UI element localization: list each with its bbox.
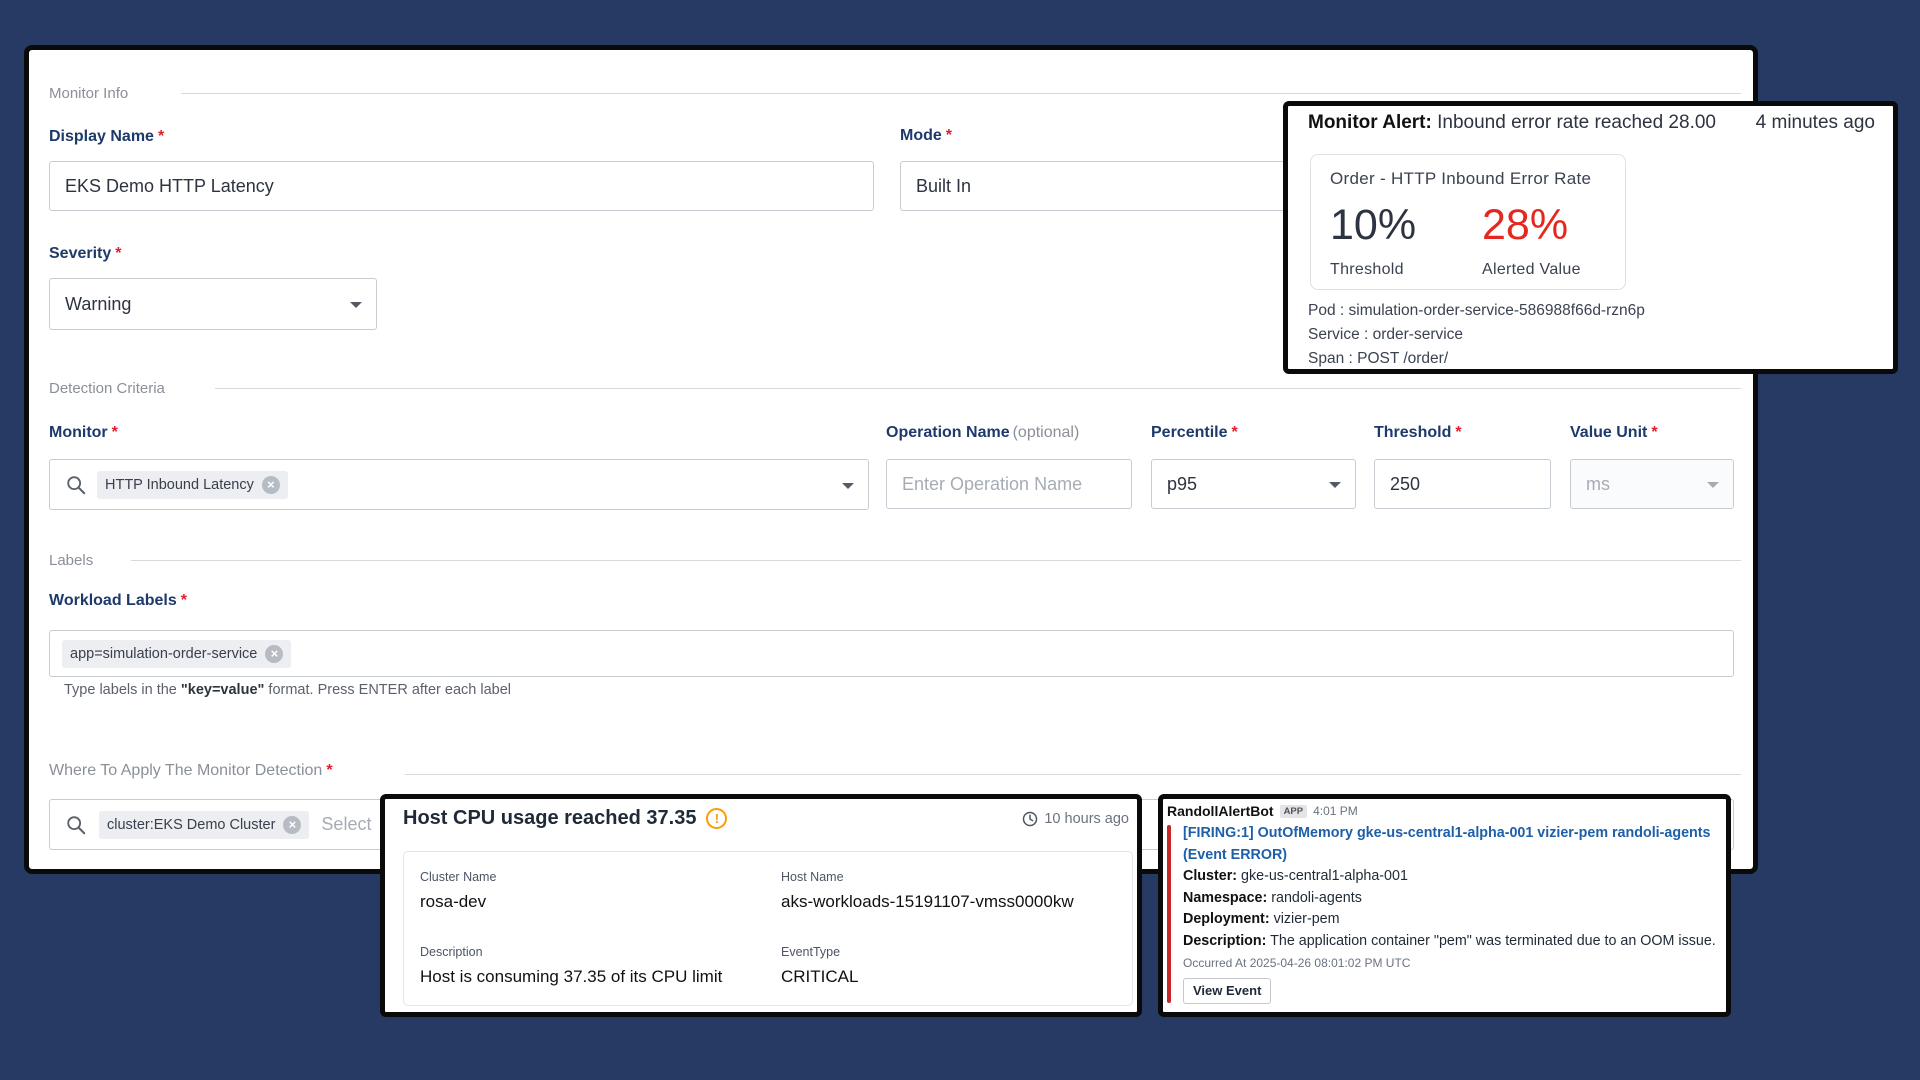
remove-chip-icon[interactable]: × <box>261 475 280 494</box>
section-labels: Labels <box>49 551 94 569</box>
alert-title: Monitor Alert: Inbound error rate reache… <box>1308 112 1716 133</box>
remove-chip-icon[interactable]: × <box>283 815 302 834</box>
monitor-label: Monitor * <box>49 424 118 441</box>
alert-span: Span : POST /order/ <box>1308 350 1449 367</box>
value-unit-select[interactable]: ms <box>1570 459 1734 509</box>
event-type-label: EventType <box>781 945 841 959</box>
workload-labels-label: Workload Labels * <box>49 592 187 609</box>
chevron-down-icon <box>1707 482 1719 488</box>
cpu-title: Host CPU usage reached 37.35 ! <box>403 807 728 830</box>
alert-title-row: Monitor Alert: Inbound error rate reache… <box>1308 112 1875 134</box>
mode-select[interactable]: Built In <box>900 161 1320 211</box>
slack-description: Description: The application container "… <box>1183 932 1716 949</box>
section-divider <box>405 774 1741 775</box>
workload-labels-hint: Type labels in the "key=value" format. P… <box>64 682 511 698</box>
alerted-value: 28% <box>1482 201 1569 249</box>
operation-name-input[interactable]: Enter Operation Name <box>886 459 1132 509</box>
cpu-time: 10 hours ago <box>1022 811 1129 827</box>
slack-namespace: Namespace: randoli-agents <box>1183 889 1362 906</box>
severity-select[interactable]: Warning <box>49 278 377 330</box>
remove-chip-icon[interactable]: × <box>265 644 284 663</box>
slack-message-body: [FIRING:1] OutOfMemory gke-us-central1-a… <box>1183 821 1718 1004</box>
host-cpu-card: Host CPU usage reached 37.35 ! 10 hours … <box>380 794 1142 1017</box>
app-badge: APP <box>1279 804 1308 818</box>
occurred-at: Occurred At 2025-04-26 08:01:02 PM UTC <box>1183 956 1411 970</box>
display-name-label: Display Name * <box>49 128 165 145</box>
chevron-down-icon <box>1329 482 1341 488</box>
section-divider <box>215 388 1741 389</box>
alert-service: Service : order-service <box>1308 326 1464 343</box>
monitor-select[interactable]: HTTP Inbound Latency × <box>49 459 869 510</box>
chevron-down-icon <box>350 302 362 308</box>
threshold-value: 10% <box>1330 201 1417 249</box>
slack-alert-card: RandollAlertBot APP 4:01 PM [FIRING:1] O… <box>1158 794 1731 1017</box>
threshold-label: Threshold * <box>1374 424 1462 441</box>
warning-icon: ! <box>706 808 728 829</box>
display-name-input[interactable]: EKS Demo HTTP Latency <box>49 161 874 211</box>
severity-bar <box>1167 825 1171 1003</box>
cluster-name-value: rosa-dev <box>420 892 487 911</box>
alert-link[interactable]: [FIRING:1] OutOfMemory gke-us-central1-a… <box>1183 825 1711 863</box>
percentile-label: Percentile * <box>1151 424 1238 441</box>
monitor-alert-card: Monitor Alert: Inbound error rate reache… <box>1283 101 1898 374</box>
cluster-chip: cluster:EKS Demo Cluster × <box>99 810 310 839</box>
monitor-chip: HTTP Inbound Latency × <box>97 470 288 499</box>
view-event-button[interactable]: View Event <box>1183 978 1272 1004</box>
clock-icon <box>1023 811 1038 827</box>
alert-metric-box: Order - HTTP Inbound Error Rate 10% 28% … <box>1310 154 1626 290</box>
mode-label: Mode * <box>900 127 953 144</box>
host-name-value: aks-workloads-15191107-vmss0000kw <box>781 892 1074 911</box>
metric-title: Order - HTTP Inbound Error Rate <box>1330 169 1592 188</box>
percentile-select[interactable]: p95 <box>1151 459 1356 509</box>
section-divider <box>131 560 1741 561</box>
alerted-caption: Alerted Value <box>1482 261 1581 278</box>
alert-pod: Pod : simulation-order-service-586988f66… <box>1308 302 1645 319</box>
event-type-value: CRITICAL <box>781 967 859 986</box>
search-icon <box>67 815 86 834</box>
slack-header: RandollAlertBot APP 4:01 PM <box>1167 803 1358 819</box>
section-detection-criteria: Detection Criteria <box>49 379 165 397</box>
workload-labels-input[interactable]: app=simulation-order-service × <box>49 630 1734 677</box>
severity-label: Severity * <box>49 245 122 262</box>
slack-cluster: Cluster: gke-us-central1-alpha-001 <box>1183 868 1408 884</box>
alert-time: 4 minutes ago <box>1755 112 1875 133</box>
value-unit-label: Value Unit * <box>1570 424 1658 441</box>
bot-name[interactable]: RandollAlertBot <box>1167 803 1274 819</box>
section-divider <box>181 93 1741 94</box>
description-label: Description <box>420 945 483 959</box>
where-to-apply-label: Where To Apply The Monitor Detection * <box>49 762 333 779</box>
cluster-name-label: Cluster Name <box>420 870 497 884</box>
cpu-details: Cluster Name rosa-dev Host Name aks-work… <box>403 851 1133 1006</box>
threshold-caption: Threshold <box>1330 261 1404 278</box>
slack-deployment: Deployment: vizier-pem <box>1183 911 1340 927</box>
operation-name-label: Operation Name (optional) <box>886 424 1080 441</box>
threshold-input[interactable]: 250 <box>1374 459 1551 509</box>
chevron-down-icon <box>842 482 854 489</box>
message-time[interactable]: 4:01 PM <box>1313 804 1358 818</box>
workload-label-chip: app=simulation-order-service × <box>62 639 292 668</box>
description-value: Host is consuming 37.35 of its CPU limit <box>420 967 723 986</box>
search-icon <box>67 475 86 494</box>
host-name-label: Host Name <box>781 870 844 884</box>
section-monitor-info: Monitor Info <box>49 84 129 102</box>
